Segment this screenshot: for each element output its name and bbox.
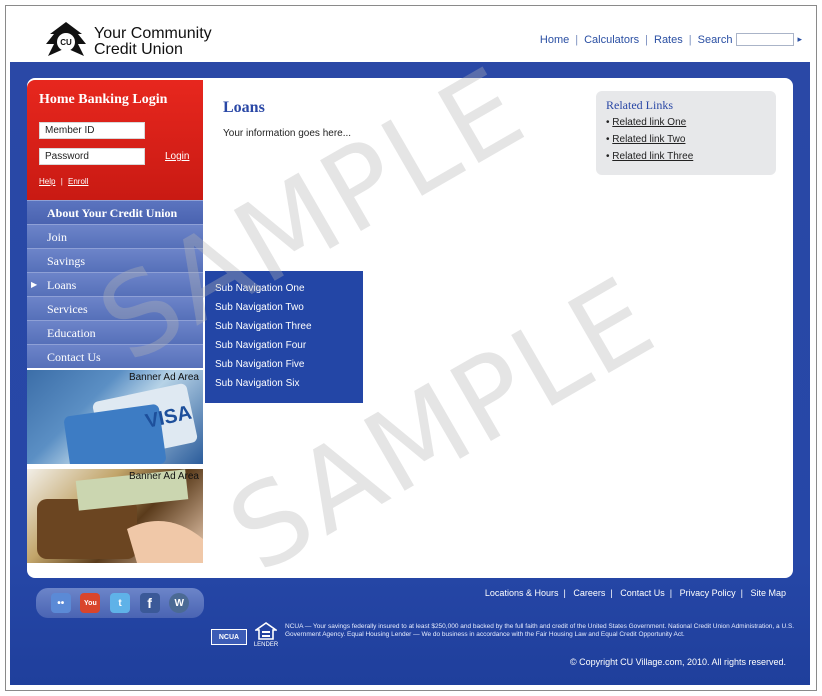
- loans-subnav-flyout: Sub Navigation One Sub Navigation Two Su…: [205, 271, 363, 403]
- topnav-calculators-link[interactable]: Calculators: [584, 34, 639, 46]
- related-link-item: Related link One: [606, 117, 766, 128]
- related-links-box: Related Links Related link One Related l…: [596, 91, 776, 175]
- subnav-item[interactable]: Sub Navigation Four: [205, 336, 363, 355]
- related-link[interactable]: Related link One: [612, 117, 686, 128]
- nav-item-loans-label: Loans: [47, 278, 77, 292]
- subnav-item[interactable]: Sub Navigation Three: [205, 317, 363, 336]
- footer-careers-link[interactable]: Careers: [573, 588, 605, 598]
- top-navigation: Home | Calculators | Rates | Search ▸: [540, 33, 802, 46]
- wordpress-icon[interactable]: W: [169, 593, 190, 613]
- login-links: Help | Enroll: [39, 177, 88, 186]
- topnav-rates-link[interactable]: Rates: [654, 34, 683, 46]
- enroll-link[interactable]: Enroll: [68, 177, 88, 186]
- related-links-title: Related Links: [606, 98, 673, 112]
- footer-separator: |: [669, 588, 673, 598]
- wallet-image: [37, 469, 203, 563]
- help-link[interactable]: Help: [39, 177, 55, 186]
- nav-item-savings[interactable]: Savings: [27, 248, 203, 272]
- nav-item-contact-us[interactable]: Contact Us: [27, 344, 203, 368]
- related-link-item: Related link Three: [606, 151, 766, 162]
- member-id-field[interactable]: Member ID: [39, 122, 145, 139]
- banner-ad-credit-cards[interactable]: VISA Banner Ad Area: [27, 370, 203, 464]
- equal-housing-label: LENDER: [253, 642, 279, 648]
- subnav-item[interactable]: Sub Navigation Five: [205, 355, 363, 374]
- banner-ad-wallet[interactable]: Banner Ad Area: [27, 469, 203, 563]
- equal-housing-lender-logo: LENDER: [252, 622, 280, 648]
- related-link-item: Related link Two: [606, 134, 766, 145]
- credit-cards-image: VISA: [64, 383, 198, 464]
- banner-label: Banner Ad Area: [128, 372, 199, 383]
- subnav-item[interactable]: Sub Navigation Two: [205, 298, 363, 317]
- cu-logo-icon: CU: [46, 22, 86, 56]
- related-link[interactable]: Related link Two: [612, 134, 685, 145]
- footer-separator: |: [610, 588, 613, 598]
- related-link[interactable]: Related link Three: [612, 151, 693, 162]
- nav-item-join[interactable]: Join: [27, 224, 203, 248]
- flickr-icon[interactable]: ••: [50, 593, 71, 613]
- search-label: Search: [697, 33, 733, 46]
- password-field[interactable]: Password: [39, 148, 145, 165]
- copyright-text: © Copyright CU Village.com, 2010. All ri…: [569, 657, 786, 667]
- nav-item-about[interactable]: About Your Credit Union: [27, 200, 203, 224]
- search-input[interactable]: [736, 33, 795, 46]
- topnav-separator: |: [645, 33, 648, 46]
- social-icons-bar: •• You t f W: [36, 588, 204, 618]
- subnav-item[interactable]: Sub Navigation One: [205, 279, 363, 298]
- login-button[interactable]: Login: [165, 151, 189, 162]
- topnav-separator: |: [688, 33, 692, 46]
- equal-housing-icon: [253, 622, 279, 640]
- home-banking-login: Home Banking Login Member ID Password Lo…: [27, 80, 203, 200]
- nav-item-loans[interactable]: ▶ Loans: [27, 272, 203, 296]
- nav-active-arrow-icon: ▶: [31, 280, 38, 289]
- footer-sitemap-link[interactable]: Site Map: [750, 588, 786, 598]
- footer-locations-link[interactable]: Locations & Hours: [485, 588, 559, 598]
- brand-line1: Your Community: [94, 25, 212, 42]
- login-links-separator: |: [60, 177, 63, 186]
- ncua-disclaimer: NCUA — Your savings federally insured to…: [285, 623, 795, 638]
- topnav-separator: |: [575, 33, 579, 46]
- footer-links: Locations & Hours | Careers | Contact Us | …: [485, 588, 786, 598]
- footer-separator: |: [740, 588, 743, 598]
- nav-item-services[interactable]: Services: [27, 296, 203, 320]
- brand-name: Your Community Credit Union: [94, 26, 212, 58]
- login-title: Home Banking Login: [39, 92, 168, 107]
- topnav-home-link[interactable]: Home: [540, 34, 569, 46]
- footer-separator: |: [563, 588, 566, 598]
- footer-contact-link[interactable]: Contact Us: [620, 588, 665, 598]
- brand-logo[interactable]: CU Your Community Credit Union: [44, 20, 212, 64]
- subnav-item[interactable]: Sub Navigation Six: [205, 374, 363, 393]
- facebook-icon[interactable]: f: [139, 593, 160, 613]
- svg-text:CU: CU: [60, 38, 72, 47]
- brand-line2: Credit Union: [94, 41, 183, 58]
- banner-label: Banner Ad Area: [128, 471, 199, 482]
- footer-privacy-link[interactable]: Privacy Policy: [680, 588, 736, 598]
- twitter-icon[interactable]: t: [109, 593, 130, 613]
- nav-item-education[interactable]: Education: [27, 320, 203, 344]
- page-title: Loans: [223, 99, 265, 116]
- youtube-icon[interactable]: You: [80, 593, 101, 613]
- search-arrow-icon[interactable]: ▸: [797, 34, 802, 45]
- side-navigation: About Your Credit Union Join Savings ▶ L…: [27, 200, 203, 368]
- ncua-logo: NCUA: [211, 629, 247, 645]
- page-body-text: Your information goes here...: [223, 128, 352, 139]
